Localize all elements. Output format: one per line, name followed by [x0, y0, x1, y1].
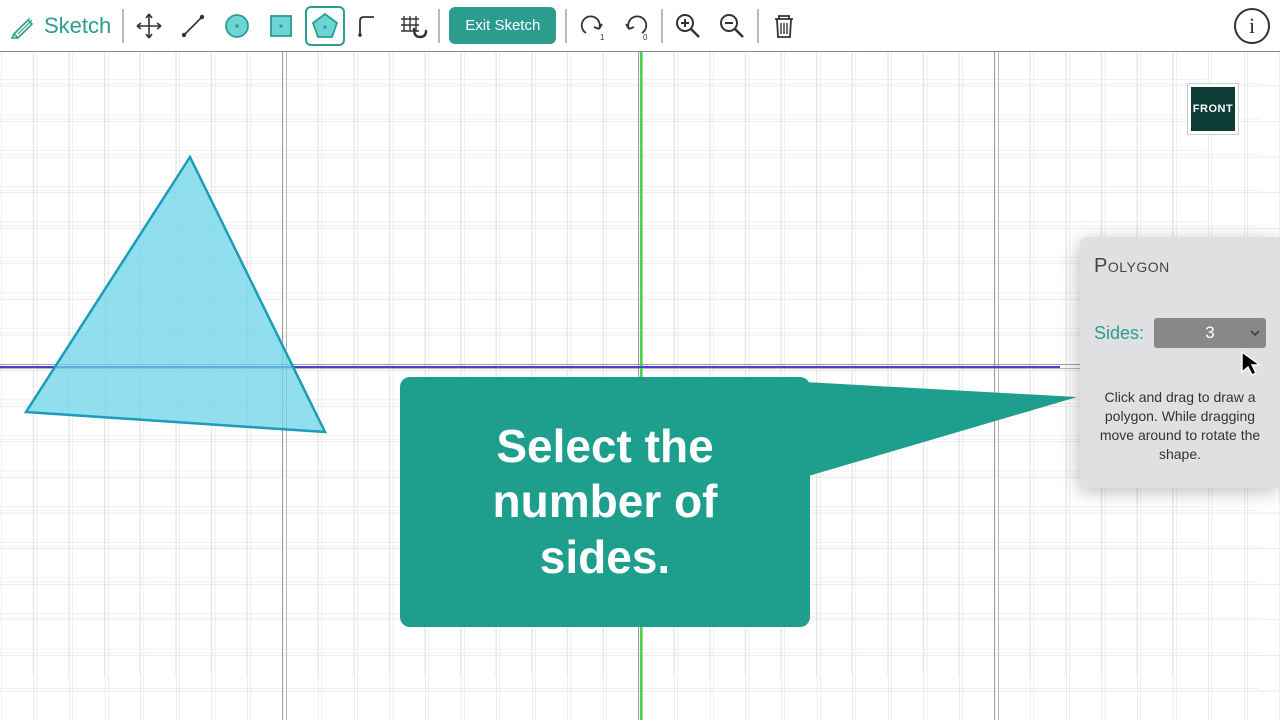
- undo-button[interactable]: 1: [572, 6, 612, 46]
- info-icon: i: [1249, 13, 1255, 39]
- redo-icon: 0: [621, 11, 651, 41]
- snap-tool[interactable]: [393, 6, 433, 46]
- line-icon: [178, 11, 208, 41]
- divider: [565, 9, 567, 43]
- divider: [661, 9, 663, 43]
- svg-text:0: 0: [643, 33, 648, 41]
- rectangle-icon: [265, 10, 297, 42]
- divider: [438, 9, 440, 43]
- trash-icon: [770, 12, 798, 40]
- polygon-panel: Polygon Sides: 3 Click and drag to draw …: [1080, 237, 1280, 488]
- undo-icon: 1: [577, 11, 607, 41]
- polygon-tool[interactable]: [305, 6, 345, 46]
- zoom-in-button[interactable]: [668, 6, 708, 46]
- callout-text: Select the number of sides.: [430, 419, 780, 585]
- arc-tool[interactable]: [349, 6, 389, 46]
- panel-title: Polygon: [1094, 255, 1266, 278]
- zoom-in-icon: [673, 11, 703, 41]
- toolbar: Sketch: [0, 0, 1280, 52]
- polygon-icon: [309, 10, 341, 42]
- instruction-callout: Select the number of sides.: [400, 377, 810, 627]
- view-cube-face: FRONT: [1193, 103, 1233, 115]
- move-icon: [134, 11, 164, 41]
- redo-button[interactable]: 0: [616, 6, 656, 46]
- sides-select[interactable]: 3: [1154, 318, 1266, 348]
- divider: [757, 9, 759, 43]
- view-cube[interactable]: FRONT: [1191, 87, 1235, 131]
- mode-label: Sketch: [44, 13, 111, 39]
- svg-text:1: 1: [600, 33, 605, 41]
- divider: [122, 9, 124, 43]
- move-tool[interactable]: [129, 6, 169, 46]
- sides-row: Sides: 3: [1094, 318, 1266, 348]
- info-button[interactable]: i: [1234, 8, 1270, 44]
- drawn-triangle[interactable]: [0, 52, 400, 472]
- zoom-out-icon: [717, 11, 747, 41]
- line-tool[interactable]: [173, 6, 213, 46]
- sides-label: Sides:: [1094, 323, 1144, 344]
- rectangle-tool[interactable]: [261, 6, 301, 46]
- sketch-canvas[interactable]: FRONT Select the number of sides. Polygo…: [0, 52, 1280, 720]
- delete-button[interactable]: [764, 6, 804, 46]
- callout-pointer: [805, 382, 1105, 502]
- panel-hint: Click and drag to draw a polygon. While …: [1094, 388, 1266, 464]
- sketch-icon: [10, 12, 38, 40]
- circle-icon: [221, 10, 253, 42]
- snap-grid-icon: [398, 11, 428, 41]
- zoom-out-button[interactable]: [712, 6, 752, 46]
- mode-indicator: Sketch: [10, 12, 111, 40]
- sides-value: 3: [1205, 323, 1214, 343]
- exit-sketch-button[interactable]: Exit Sketch: [449, 7, 556, 44]
- chevron-down-icon: [1250, 330, 1260, 336]
- arc-icon: [354, 11, 384, 41]
- circle-tool[interactable]: [217, 6, 257, 46]
